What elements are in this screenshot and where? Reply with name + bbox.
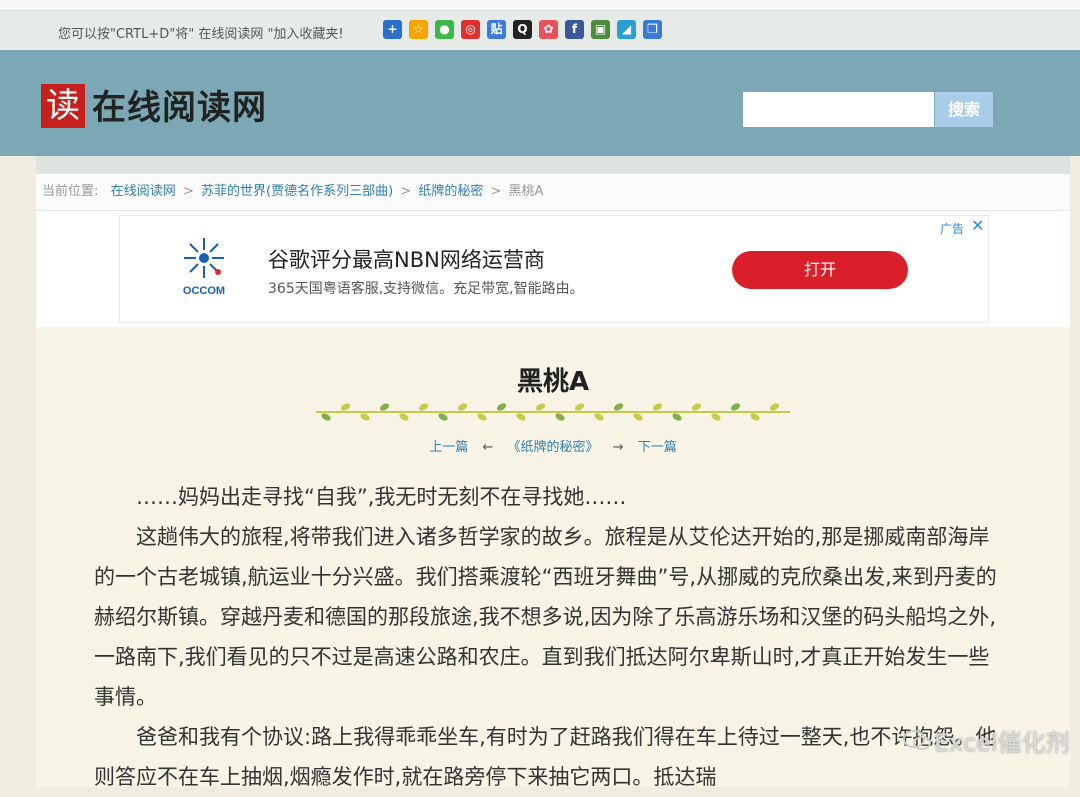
occom-logo-icon: OCCOM <box>183 238 225 297</box>
header-rail <box>0 156 1080 174</box>
ad-title[interactable]: 谷歌评分最高NBN网络运营商 <box>268 244 545 274</box>
breadcrumb-chapter-link[interactable]: 纸牌的秘密 <box>418 184 483 199</box>
ad-label: 广告 <box>940 222 965 236</box>
left-arrow-icon: ← <box>482 440 494 455</box>
chapter-nav: 上一篇 ← 《纸牌的秘密》 → 下一篇 <box>36 436 1070 455</box>
weibo-icon[interactable]: ◎ <box>461 20 480 39</box>
tieba-icon[interactable]: 贴 <box>487 20 506 39</box>
svg-text:OCCOM: OCCOM <box>183 285 225 297</box>
qq-icon[interactable]: Q <box>513 20 532 39</box>
logo-icon[interactable]: 读 <box>41 84 85 128</box>
search-button[interactable]: 搜索 <box>935 92 993 127</box>
wechat-icon[interactable]: ● <box>435 20 454 39</box>
bookmark-hint: 您可以按"CRTL+D"将" 在线阅读网 "加入收藏夹! <box>58 27 344 42</box>
note-icon[interactable]: ◢ <box>617 20 636 39</box>
vine-divider-icon <box>316 403 790 421</box>
add-icon[interactable]: + <box>383 20 402 39</box>
share-toolbar: 您可以按"CRTL+D"将" 在线阅读网 "加入收藏夹! + ☆ ● ◎ 贴 Q ✿ f ▣ ◢ ❐ <box>0 11 1080 50</box>
site-header: 读 在线阅读网 搜索 <box>0 50 1080 156</box>
ad-banner[interactable]: OCCOM 谷歌评分最高NBN网络运营商 365天国粤语客服,支持微信。充足带宽… <box>119 215 989 323</box>
article: 黑桃A 上一篇 ← 《纸牌的秘密》 → 下一篇 ……妈妈出走寻找“自我”,我无时… <box>36 327 1070 789</box>
share-icons: + ☆ ● ◎ 贴 Q ✿ f ▣ ◢ ❐ <box>383 20 662 39</box>
flower-icon[interactable]: ✿ <box>539 20 558 39</box>
article-title: 黑桃A <box>516 367 590 397</box>
doc-icon[interactable]: ▣ <box>591 20 610 39</box>
close-icon[interactable]: ✕ <box>971 216 984 235</box>
site-name[interactable]: 在线阅读网 <box>92 80 267 129</box>
ad-open-button[interactable]: 打开 <box>732 251 908 289</box>
paragraph: 这趟伟大的旅程,将带我们进入诸多哲学家的故乡。旅程是从艾伦达开始的,那是挪威南部… <box>94 525 997 709</box>
ad-logo: OCCOM <box>176 232 232 302</box>
article-content: ……妈妈出走寻找“自我”,我无时无刻不在寻找她…… 这趟伟大的旅程,将带我们进入… <box>94 477 1006 797</box>
prev-chapter-link[interactable]: 上一篇 <box>429 440 468 455</box>
breadcrumb-home-link[interactable]: 在线阅读网 <box>111 184 176 199</box>
breadcrumb-prefix: 当前位置: <box>42 184 99 199</box>
watermark: Excel催化剂 <box>934 729 1070 757</box>
right-arrow-icon: → <box>612 440 624 455</box>
star-icon[interactable]: ☆ <box>409 20 428 39</box>
search-input[interactable] <box>743 92 934 127</box>
paragraph: ……妈妈出走寻找“自我”,我无时无刻不在寻找她…… <box>136 485 627 509</box>
ad-description: 365天国粤语客服,支持微信。充足带宽,智能路由。 <box>268 281 584 297</box>
copy-icon[interactable]: ❐ <box>643 20 662 39</box>
breadcrumb-book-link[interactable]: 苏菲的世界(贾德名作系列三部曲) <box>201 184 393 199</box>
wechat-watermark-icon <box>903 730 931 750</box>
breadcrumb-current: 黑桃A <box>508 184 544 199</box>
paragraph: 爸爸和我有个协议:路上我得乖乖坐车,有时为了赶路我们得在车上待过一整天,也不许抱… <box>94 725 997 789</box>
ad-container: OCCOM 谷歌评分最高NBN网络运营商 365天国粤语客服,支持微信。充足带宽… <box>36 211 1070 327</box>
facebook-icon[interactable]: f <box>565 20 584 39</box>
breadcrumb: 当前位置: 在线阅读网 > 苏菲的世界(贾德名作系列三部曲) > 纸牌的秘密 >… <box>36 174 1070 211</box>
bookmarks-bar <box>0 0 1080 11</box>
book-link[interactable]: 《纸牌的秘密》 <box>507 440 598 455</box>
next-chapter-link[interactable]: 下一篇 <box>638 440 677 455</box>
